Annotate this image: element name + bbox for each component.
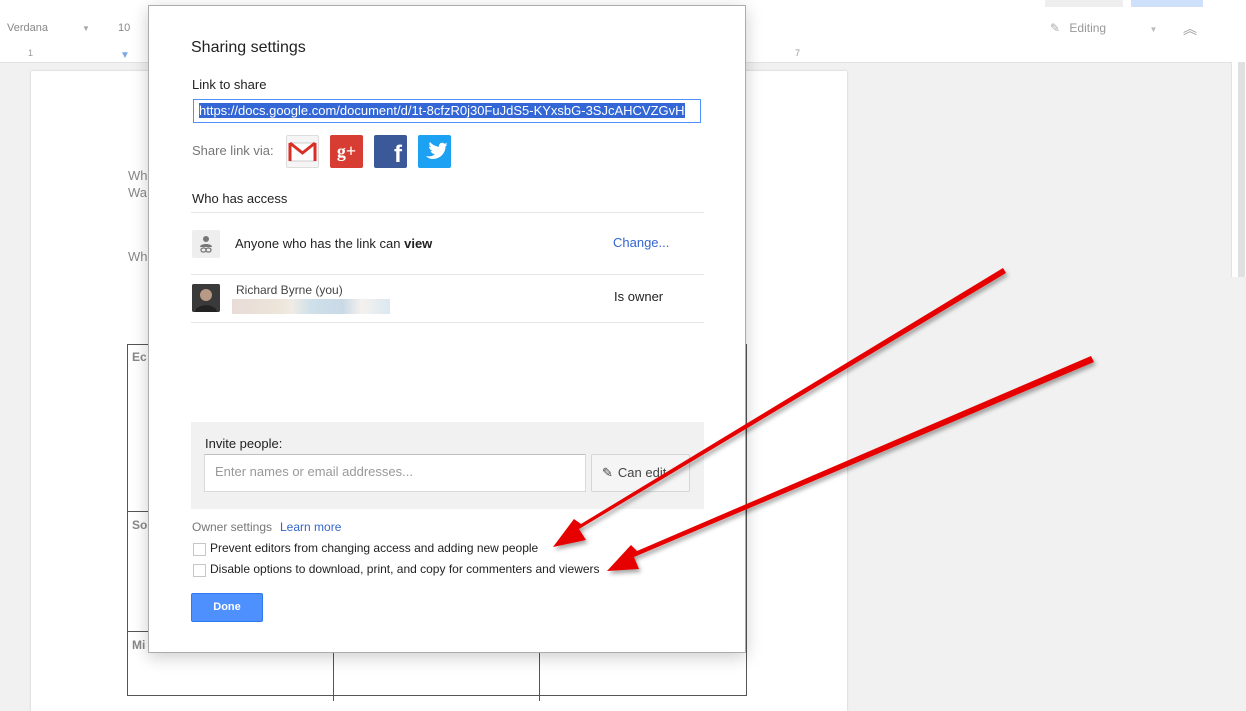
divider: [191, 322, 704, 323]
document-text: Wh: [128, 249, 148, 264]
document-text: Wh: [128, 168, 148, 183]
google-plus-icon[interactable]: g+: [330, 135, 363, 168]
document-text: Wa: [128, 185, 148, 200]
editing-mode-select[interactable]: ✎ Editing ▼: [1050, 21, 1157, 35]
link-visibility-icon: [192, 230, 220, 258]
link-to-share-label: Link to share: [192, 77, 267, 92]
table-divider: [128, 511, 150, 512]
divider: [191, 274, 704, 275]
disable-download-checkbox[interactable]: [193, 564, 206, 577]
toolbar-gray-button[interactable]: [1045, 0, 1123, 7]
prevent-editors-checkbox[interactable]: [193, 543, 206, 556]
sharing-settings-dialog: Sharing settings Link to share https://d…: [148, 5, 746, 653]
share-via-label: Share link via:: [192, 143, 274, 158]
owner-settings-label: Owner settings: [192, 520, 273, 534]
font-size-select[interactable]: 10: [118, 22, 130, 34]
link-access-description: Anyone who has the link can view: [235, 236, 432, 251]
who-has-access-label: Who has access: [192, 191, 288, 206]
pencil-icon: ✎: [1050, 21, 1061, 35]
invite-people-panel: Invite people: Enter names or email addr…: [191, 422, 704, 509]
change-access-link[interactable]: Change...: [613, 235, 669, 250]
twitter-icon[interactable]: [418, 135, 451, 168]
done-button[interactable]: Done: [191, 593, 263, 622]
dialog-title: Sharing settings: [191, 39, 306, 56]
owner-name: Richard Byrne (you): [236, 283, 343, 297]
share-link-field[interactable]: https://docs.google.com/document/d/1t-8c…: [193, 99, 701, 123]
table-divider: [128, 631, 150, 632]
divider: [191, 212, 704, 213]
owner-role: Is owner: [614, 289, 664, 304]
ruler-mark: 7: [795, 48, 801, 58]
table-cell: Mi: [132, 638, 146, 652]
indent-marker-icon[interactable]: ▼: [120, 50, 130, 61]
permission-label: Can edit: [617, 465, 667, 480]
font-name-select[interactable]: Verdana: [7, 22, 48, 34]
permission-dropdown-button[interactable]: ✎ Can edit: [591, 454, 690, 492]
table-cell: Ec: [132, 350, 147, 364]
learn-more-link[interactable]: Learn more: [280, 520, 341, 534]
avatar: [192, 284, 220, 312]
chevron-down-icon: ▼: [1149, 25, 1158, 34]
pencil-icon: ✎: [602, 465, 613, 480]
editing-mode-label: Editing: [1069, 21, 1107, 35]
owner-email-redacted: [232, 299, 390, 314]
share-link-url: https://docs.google.com/document/d/1t-8c…: [199, 103, 685, 118]
link-access-level: view: [404, 236, 433, 251]
share-button-partial[interactable]: [1131, 0, 1203, 7]
collapse-menu-icon[interactable]: ︽: [1183, 19, 1197, 39]
prevent-editors-label: Prevent editors from changing access and…: [210, 541, 539, 555]
invite-people-label: Invite people:: [205, 436, 283, 451]
facebook-icon[interactable]: f: [374, 135, 407, 168]
disable-download-label: Disable options to download, print, and …: [210, 562, 600, 576]
scrollbar-thumb[interactable]: [1238, 62, 1245, 277]
table-cell: So: [132, 518, 148, 532]
invite-people-input[interactable]: Enter names or email addresses...: [204, 454, 586, 492]
link-access-prefix: Anyone who has the link can: [235, 236, 405, 251]
ruler-mark: 1: [28, 48, 34, 58]
gmail-icon[interactable]: [286, 135, 319, 168]
chevron-down-icon: ▼: [82, 24, 90, 33]
